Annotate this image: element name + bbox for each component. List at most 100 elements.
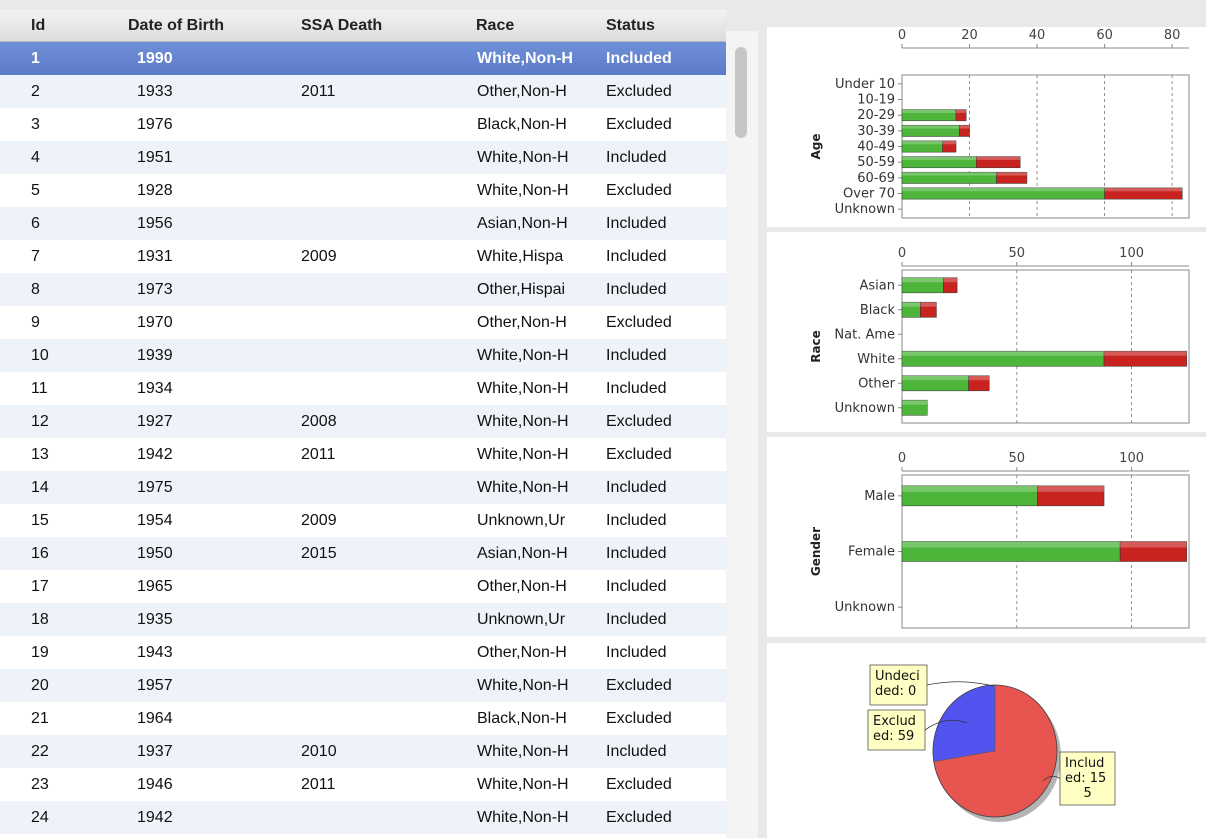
table-row[interactable]: 8 1973 Other,Hispai Included xyxy=(0,273,726,306)
status-cell: Excluded xyxy=(606,182,672,199)
date-of-birth-cell: 1954 xyxy=(137,512,173,529)
race-chart: 0 50 100 Race Asian Black Nat. Ame White Other Un… xyxy=(809,246,1190,424)
table-row[interactable]: 10 1939 White,Non-H Included xyxy=(0,339,726,372)
ssa-death-cell xyxy=(301,174,421,207)
column-header-id[interactable]: Id xyxy=(31,10,45,41)
x-tick-label: 40 xyxy=(1029,28,1046,43)
race-cell: Asian,Non-H xyxy=(477,545,568,562)
race-cell: Other,Hispai xyxy=(477,281,566,298)
date-of-birth-cell: 1935 xyxy=(137,611,173,628)
bar-highlight xyxy=(943,277,958,283)
status-cell: Included xyxy=(606,578,667,595)
table-row[interactable]: 15 1954 2009 Unknown,Ur Included xyxy=(0,504,726,537)
race-cell: White,Non-H xyxy=(477,347,569,364)
table-row[interactable]: 11 1934 White,Non-H Included xyxy=(0,372,726,405)
id-cell: 13 xyxy=(31,446,49,463)
table-row[interactable]: 7 1931 2009 White,Hispa Included xyxy=(0,240,726,273)
id-cell: 2 xyxy=(31,83,40,100)
pie-label-undecided: ded: 0 xyxy=(875,684,916,699)
x-tick-label: 60 xyxy=(1096,28,1113,43)
table-row[interactable]: 2 1933 2011 Other,Non-H Excluded xyxy=(0,75,726,108)
id-cell: 20 xyxy=(31,677,49,694)
ssa-death-cell: 2015 xyxy=(301,545,337,562)
table-row[interactable]: 5 1928 White,Non-H Excluded xyxy=(0,174,726,207)
date-of-birth-cell: 1931 xyxy=(137,248,173,265)
table-row[interactable]: 19 1943 Other,Non-H Included xyxy=(0,636,726,669)
table-row[interactable]: 16 1950 2015 Asian,Non-H Included xyxy=(0,537,726,570)
date-of-birth-cell: 1943 xyxy=(137,644,173,661)
age-chart: 0 20 40 60 80 Age Under 1010-1920-2930-3940-49… xyxy=(809,28,1190,219)
table-row[interactable]: 4 1951 White,Non-H Included xyxy=(0,141,726,174)
bar-highlight xyxy=(902,156,977,160)
ssa-death-cell: 2009 xyxy=(301,512,337,529)
y-tick-label: Black xyxy=(860,303,896,318)
id-cell: 7 xyxy=(31,248,40,265)
id-cell: 10 xyxy=(31,347,49,364)
race-cell: White,Non-H xyxy=(477,446,569,463)
records-table: Id Date of Birth SSA Death Race Status 1… xyxy=(0,10,726,838)
table-row[interactable]: 6 1956 Asian,Non-H Included xyxy=(0,207,726,240)
x-tick-label: 0 xyxy=(898,451,906,466)
status-cell: Excluded xyxy=(606,446,672,463)
column-header-race[interactable]: Race xyxy=(476,10,514,41)
column-header-date-of-birth[interactable]: Date of Birth xyxy=(128,10,224,41)
date-of-birth-cell: 1928 xyxy=(137,182,173,199)
race-cell: White,Non-H xyxy=(477,413,569,430)
status-cell: Included xyxy=(606,743,667,760)
table-row[interactable]: 23 1946 2011 White,Non-H Excluded xyxy=(0,768,726,801)
ssa-death-cell xyxy=(301,570,421,603)
race-cell: White,Non-H xyxy=(477,380,569,397)
column-header-ssa-death[interactable]: SSA Death xyxy=(301,10,382,41)
table-scrollbar[interactable] xyxy=(726,31,758,838)
bar-highlight xyxy=(1037,485,1105,492)
table-row[interactable]: 17 1965 Other,Non-H Included xyxy=(0,570,726,603)
ssa-death-cell: 2009 xyxy=(301,248,337,265)
status-cell: Included xyxy=(606,347,667,364)
table-row[interactable]: 18 1935 Unknown,Ur Included xyxy=(0,603,726,636)
bar-highlight xyxy=(902,485,1038,492)
status-cell: Included xyxy=(606,149,667,166)
bar-highlight xyxy=(902,125,960,129)
race-cell: Other,Non-H xyxy=(477,83,567,100)
ssa-death-cell xyxy=(301,603,421,636)
race-cell: White,Non-H xyxy=(477,776,569,793)
table-row[interactable]: 13 1942 2011 White,Non-H Excluded xyxy=(0,438,726,471)
table-row[interactable]: 12 1927 2008 White,Non-H Excluded xyxy=(0,405,726,438)
status-cell: Excluded xyxy=(606,776,672,793)
scrollbar-thumb[interactable] xyxy=(735,47,747,138)
race-cell: White,Non-H xyxy=(477,479,569,496)
bar-highlight xyxy=(976,156,1021,160)
y-tick-label: 20-29 xyxy=(857,108,895,123)
ssa-death-cell xyxy=(301,306,421,339)
race-cell: Black,Non-H xyxy=(477,710,567,727)
date-of-birth-cell: 1965 xyxy=(137,578,173,595)
bar-highlight xyxy=(902,351,1105,356)
y-tick-label: Male xyxy=(864,489,895,504)
date-of-birth-cell: 1956 xyxy=(137,215,173,232)
table-row[interactable]: 20 1957 White,Non-H Excluded xyxy=(0,669,726,702)
date-of-birth-cell: 1973 xyxy=(137,281,173,298)
id-cell: 8 xyxy=(31,281,40,298)
table-row[interactable]: 24 1942 White,Non-H Excluded xyxy=(0,801,726,834)
date-of-birth-cell: 1964 xyxy=(137,710,173,727)
pie-label-excluded: ed: 59 xyxy=(873,729,914,744)
table-row-selected[interactable]: 1 1990 White,Non-H Included xyxy=(0,42,726,75)
status-cell: Excluded xyxy=(606,413,672,430)
bar-highlight xyxy=(902,172,997,176)
table-row[interactable]: 22 1937 2010 White,Non-H Included xyxy=(0,735,726,768)
x-tick-label: 20 xyxy=(961,28,978,43)
column-header-status[interactable]: Status xyxy=(606,10,655,41)
table-row[interactable]: 9 1970 Other,Non-H Excluded xyxy=(0,306,726,339)
date-of-birth-cell: 1950 xyxy=(137,545,173,562)
table-row[interactable]: 21 1964 Black,Non-H Excluded xyxy=(0,702,726,735)
bar-highlight xyxy=(959,125,970,129)
status-cell: Excluded xyxy=(606,677,672,694)
y-tick-label: Unknown xyxy=(835,600,895,615)
table-row[interactable]: 14 1975 White,Non-H Included xyxy=(0,471,726,504)
y-axis-title: Race xyxy=(809,330,823,363)
y-tick-label: Unknown xyxy=(835,401,895,416)
ssa-death-cell xyxy=(301,108,421,141)
date-of-birth-cell: 1951 xyxy=(137,149,173,166)
table-row[interactable]: 3 1976 Black,Non-H Excluded xyxy=(0,108,726,141)
bar-highlight xyxy=(1104,187,1183,192)
